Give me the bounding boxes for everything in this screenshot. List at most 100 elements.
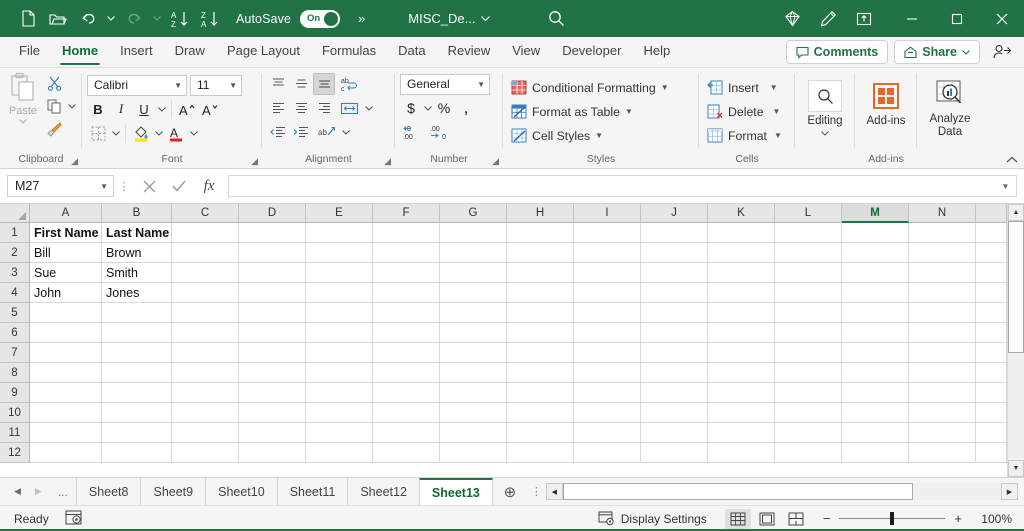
- cell-A9[interactable]: [30, 383, 102, 403]
- cell-E10[interactable]: [306, 403, 373, 423]
- row-header-8[interactable]: 8: [0, 363, 30, 383]
- cell-J9[interactable]: [641, 383, 708, 403]
- row-header-5[interactable]: 5: [0, 303, 30, 323]
- orientation-chevron-down-icon[interactable]: [340, 128, 351, 137]
- cell-K8[interactable]: [708, 363, 775, 383]
- cell-K2[interactable]: [708, 243, 775, 263]
- cell-G10[interactable]: [440, 403, 507, 423]
- bold-button[interactable]: B: [87, 98, 109, 120]
- column-header-j[interactable]: J: [641, 204, 708, 223]
- cell-N8[interactable]: [909, 363, 976, 383]
- tab-view[interactable]: View: [501, 37, 551, 67]
- cell-C10[interactable]: [172, 403, 239, 423]
- display-settings-button[interactable]: Display Settings: [598, 511, 707, 526]
- zoom-out-button[interactable]: −: [823, 511, 831, 526]
- column-header-b[interactable]: B: [102, 204, 172, 223]
- cell-N3[interactable]: [909, 263, 976, 283]
- column-header-i[interactable]: I: [574, 204, 641, 223]
- font-color-chevron-down-icon[interactable]: [188, 129, 199, 138]
- cell-G1[interactable]: [440, 223, 507, 243]
- row-header-12[interactable]: 12: [0, 443, 30, 463]
- cell-N6[interactable]: [909, 323, 976, 343]
- scroll-down-button[interactable]: ▼: [1008, 460, 1024, 477]
- document-title-menu[interactable]: MISC_De...: [408, 11, 490, 26]
- cell-I7[interactable]: [574, 343, 641, 363]
- sort-ascending-icon[interactable]: AZ: [166, 6, 194, 32]
- row-header-3[interactable]: 3: [0, 263, 30, 283]
- formula-input[interactable]: [228, 175, 995, 197]
- cell-A12[interactable]: [30, 443, 102, 463]
- undo-dropdown-chevron-down-icon[interactable]: [104, 6, 118, 32]
- font-dialog-launcher[interactable]: ◢: [251, 156, 258, 167]
- cell-styles-button[interactable]: Cell Styles ▼: [508, 125, 672, 146]
- vertical-scrollbar[interactable]: ▲ ▼: [1007, 204, 1024, 477]
- horizontal-scrollbar[interactable]: ◀ ▶: [546, 483, 1018, 500]
- cell-K12[interactable]: [708, 443, 775, 463]
- row-header-11[interactable]: 11: [0, 423, 30, 443]
- cell-B2[interactable]: Brown: [102, 243, 172, 263]
- cell-D8[interactable]: [239, 363, 306, 383]
- cell-H3[interactable]: [507, 263, 574, 283]
- cell-G12[interactable]: [440, 443, 507, 463]
- increase-font-size-button[interactable]: A: [176, 98, 198, 120]
- zoom-slider[interactable]: [839, 518, 945, 519]
- sheet-tab-sheet10[interactable]: Sheet10: [205, 478, 277, 505]
- cell-J7[interactable]: [641, 343, 708, 363]
- cell-E2[interactable]: [306, 243, 373, 263]
- cell-D9[interactable]: [239, 383, 306, 403]
- cell-M6[interactable]: [842, 323, 909, 343]
- row-header-9[interactable]: 9: [0, 383, 30, 403]
- cell-H9[interactable]: [507, 383, 574, 403]
- column-header-c[interactable]: C: [172, 204, 239, 223]
- cell-I6[interactable]: [574, 323, 641, 343]
- cell-F6[interactable]: [373, 323, 440, 343]
- cell-G11[interactable]: [440, 423, 507, 443]
- horizontal-scroll-thumb[interactable]: [563, 483, 913, 500]
- collapse-ribbon-chevron-up-icon[interactable]: [1006, 154, 1018, 166]
- cell-M1[interactable]: [842, 223, 909, 243]
- cell-D12[interactable]: [239, 443, 306, 463]
- cell-D10[interactable]: [239, 403, 306, 423]
- tab-page-layout[interactable]: Page Layout: [216, 37, 311, 67]
- tab-formulas[interactable]: Formulas: [311, 37, 387, 67]
- cell-E9[interactable]: [306, 383, 373, 403]
- cell-L11[interactable]: [775, 423, 842, 443]
- cell-N10[interactable]: [909, 403, 976, 423]
- tab-developer[interactable]: Developer: [551, 37, 632, 67]
- copy-chevron-down-icon[interactable]: [66, 102, 77, 111]
- cell-A11[interactable]: [30, 423, 102, 443]
- scroll-up-button[interactable]: ▲: [1008, 204, 1024, 221]
- column-header-l[interactable]: L: [775, 204, 842, 223]
- decrease-decimal-button[interactable]: .000: [427, 121, 453, 143]
- cell-J4[interactable]: [641, 283, 708, 303]
- font-size-select[interactable]: 11 ▼: [190, 75, 242, 96]
- fill-color-chevron-down-icon[interactable]: [153, 129, 164, 138]
- cell-B3[interactable]: Smith: [102, 263, 172, 283]
- format-cells-button[interactable]: Format ▼: [704, 125, 785, 146]
- cell-J6[interactable]: [641, 323, 708, 343]
- increase-decimal-button[interactable]: 0.00: [400, 121, 426, 143]
- cell-L9[interactable]: [775, 383, 842, 403]
- cell-M4[interactable]: [842, 283, 909, 303]
- row-header-10[interactable]: 10: [0, 403, 30, 423]
- zoom-level[interactable]: 100%: [972, 512, 1012, 526]
- undo-icon[interactable]: [74, 6, 102, 32]
- cell-A6[interactable]: [30, 323, 102, 343]
- cell-I8[interactable]: [574, 363, 641, 383]
- cell-J1[interactable]: [641, 223, 708, 243]
- align-middle-button[interactable]: [290, 73, 312, 95]
- cell-M8[interactable]: [842, 363, 909, 383]
- cell-C2[interactable]: [172, 243, 239, 263]
- cell-A5[interactable]: [30, 303, 102, 323]
- tab-draw[interactable]: Draw: [164, 37, 216, 67]
- cell-H11[interactable]: [507, 423, 574, 443]
- clipboard-dialog-launcher[interactable]: ◢: [71, 156, 78, 167]
- cell-I9[interactable]: [574, 383, 641, 403]
- cell-I1[interactable]: [574, 223, 641, 243]
- cell-N2[interactable]: [909, 243, 976, 263]
- insert-function-button[interactable]: fx: [194, 174, 224, 198]
- cell-C11[interactable]: [172, 423, 239, 443]
- column-header-a[interactable]: A: [30, 204, 102, 223]
- number-format-select[interactable]: General ▼: [400, 74, 490, 95]
- enter-formula-button[interactable]: [164, 174, 194, 198]
